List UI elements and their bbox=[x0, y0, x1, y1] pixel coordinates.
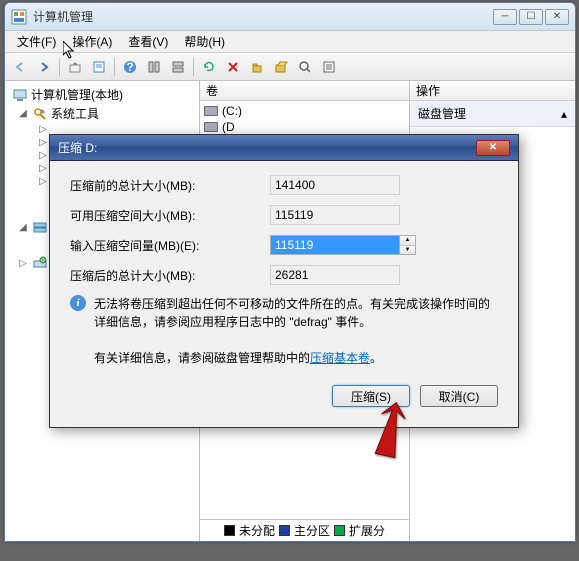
shrink-button[interactable]: 压缩(S) bbox=[332, 385, 410, 407]
settings-icon[interactable] bbox=[246, 56, 268, 78]
legend-primary-box bbox=[279, 525, 290, 536]
help-link[interactable]: 压缩基本卷 bbox=[310, 351, 370, 365]
column-header-volume[interactable]: 卷 bbox=[200, 81, 409, 101]
help-button[interactable]: ? bbox=[119, 56, 141, 78]
input-shrink-amount[interactable]: 115119 bbox=[270, 235, 400, 255]
close-button[interactable]: ✕ bbox=[545, 9, 569, 25]
label-space-avail: 可用压缩空间大小(MB): bbox=[70, 207, 270, 224]
search-icon[interactable] bbox=[294, 56, 316, 78]
view2-button[interactable] bbox=[167, 56, 189, 78]
up-button[interactable] bbox=[64, 56, 86, 78]
expand-icon[interactable]: ▷ bbox=[37, 176, 49, 187]
legend: 未分配 主分区 扩展分 bbox=[200, 519, 409, 541]
cancel-button[interactable]: 取消(C) bbox=[420, 385, 498, 407]
expand-icon[interactable]: ▷ bbox=[37, 150, 49, 161]
expand-icon[interactable]: ▷ bbox=[37, 137, 49, 148]
forward-button[interactable] bbox=[33, 56, 55, 78]
volume-item-c[interactable]: (C:) bbox=[204, 103, 405, 119]
actions-subheader[interactable]: 磁盘管理▴ bbox=[410, 101, 575, 127]
label-shrink-amount: 输入压缩空间量(MB)(E): bbox=[70, 237, 270, 254]
list-icon[interactable] bbox=[318, 56, 340, 78]
collapse-icon[interactable]: ◢ bbox=[17, 108, 29, 119]
app-icon bbox=[11, 9, 27, 25]
titlebar: 计算机管理 ─ ☐ ✕ bbox=[5, 3, 575, 31]
info-link-row: 有关详细信息，请参阅磁盘管理帮助中的压缩基本卷。 bbox=[70, 349, 498, 367]
spin-down-icon[interactable]: ▼ bbox=[400, 246, 415, 255]
menu-help[interactable]: 帮助(H) bbox=[176, 31, 233, 52]
tree-root[interactable]: 计算机管理(本地) bbox=[9, 85, 195, 104]
window-controls: ─ ☐ ✕ bbox=[493, 9, 569, 25]
services-icon bbox=[32, 255, 48, 271]
storage-icon bbox=[32, 219, 48, 235]
expand-icon[interactable]: ▷ bbox=[37, 163, 49, 174]
tree-systools-label: 系统工具 bbox=[51, 105, 99, 122]
tree-systools[interactable]: ◢ 系统工具 bbox=[9, 104, 195, 123]
volume-item-d[interactable]: (D bbox=[204, 119, 405, 135]
expand-icon[interactable]: ▷ bbox=[37, 124, 49, 135]
actions-header: 操作 bbox=[410, 81, 575, 101]
svg-text:?: ? bbox=[126, 60, 133, 74]
spinner[interactable]: ▲▼ bbox=[400, 235, 416, 255]
view1-button[interactable] bbox=[143, 56, 165, 78]
dialog-title: 压缩 D: bbox=[58, 139, 476, 156]
spin-up-icon[interactable]: ▲ bbox=[400, 236, 415, 246]
expand-icon[interactable]: ▷ bbox=[17, 258, 29, 269]
toolbar: ? bbox=[5, 53, 575, 81]
menubar: 文件(F) 操作(A) 查看(V) 帮助(H) bbox=[5, 31, 575, 53]
properties-button[interactable] bbox=[88, 56, 110, 78]
label-size-after: 压缩后的总计大小(MB): bbox=[70, 267, 270, 284]
back-button[interactable] bbox=[9, 56, 31, 78]
menu-view[interactable]: 查看(V) bbox=[120, 31, 176, 52]
dialog-close-button[interactable]: ✕ bbox=[476, 140, 510, 156]
volume-list: (C:) (D bbox=[200, 101, 409, 137]
maximize-button[interactable]: ☐ bbox=[519, 9, 543, 25]
open-icon[interactable] bbox=[270, 56, 292, 78]
menu-file[interactable]: 文件(F) bbox=[9, 31, 64, 52]
window-title: 计算机管理 bbox=[33, 8, 493, 25]
legend-ext-box bbox=[334, 525, 345, 536]
legend-unalloc-box bbox=[224, 525, 235, 536]
value-size-before: 141400 bbox=[270, 175, 400, 195]
menu-action[interactable]: 操作(A) bbox=[64, 31, 120, 52]
label-size-before: 压缩前的总计大小(MB): bbox=[70, 177, 270, 194]
computer-icon bbox=[12, 87, 28, 103]
dialog-buttons: 压缩(S) 取消(C) bbox=[50, 377, 518, 421]
dialog-titlebar: 压缩 D: ✕ bbox=[50, 135, 518, 161]
disk-icon bbox=[204, 106, 218, 116]
chevron-up-icon: ▴ bbox=[561, 107, 567, 121]
disk-icon bbox=[204, 122, 218, 132]
info-text: i 无法将卷压缩到超出任何不可移动的文件所在的点。有关完成该操作时间的详细信息，… bbox=[70, 295, 498, 331]
shrink-dialog: 压缩 D: ✕ 压缩前的总计大小(MB): 141400 可用压缩空间大小(MB… bbox=[49, 134, 519, 428]
refresh-button[interactable] bbox=[198, 56, 220, 78]
tree-root-label: 计算机管理(本地) bbox=[31, 86, 123, 103]
delete-button[interactable] bbox=[222, 56, 244, 78]
minimize-button[interactable]: ─ bbox=[493, 9, 517, 25]
tools-icon bbox=[32, 106, 48, 122]
value-space-avail: 115119 bbox=[270, 205, 400, 225]
dialog-body: 压缩前的总计大小(MB): 141400 可用压缩空间大小(MB): 11511… bbox=[50, 161, 518, 377]
value-size-after: 26281 bbox=[270, 265, 400, 285]
info-icon: i bbox=[70, 295, 86, 311]
collapse-icon[interactable]: ◢ bbox=[17, 222, 29, 233]
